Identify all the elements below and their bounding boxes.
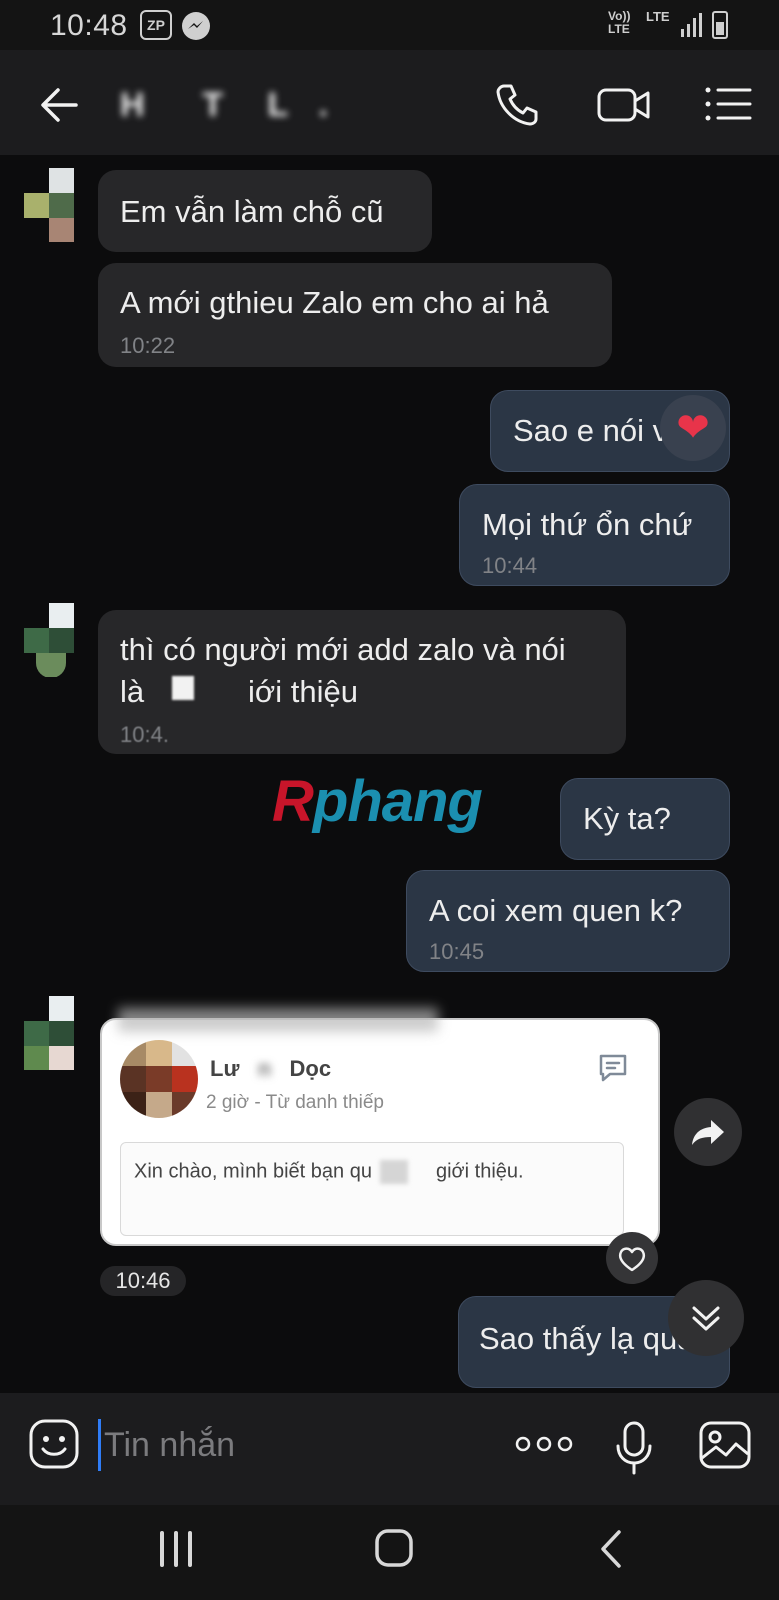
message-bubble-incoming[interactable]: thì có người mới add zalo và nói là iới … bbox=[98, 610, 626, 754]
scroll-to-bottom-button[interactable] bbox=[668, 1280, 744, 1356]
phone-call-icon[interactable] bbox=[492, 80, 542, 130]
video-call-icon[interactable] bbox=[596, 82, 652, 128]
message-time: 10:4. bbox=[120, 722, 169, 747]
back-arrow-icon[interactable] bbox=[36, 82, 82, 128]
card-avatar bbox=[120, 1040, 198, 1118]
message-text: A coi xem quen k? bbox=[429, 893, 683, 928]
lte-indicator: LTE bbox=[646, 9, 670, 24]
battery-icon bbox=[712, 11, 728, 39]
text-caret bbox=[98, 1419, 101, 1471]
avatar[interactable] bbox=[24, 996, 78, 1070]
message-time: 10:46 bbox=[100, 1266, 186, 1296]
message-bubble-outgoing[interactable]: A coi xem quen k? 10:45 bbox=[406, 870, 730, 972]
emoji-sticker-icon[interactable] bbox=[28, 1418, 80, 1470]
chat-header bbox=[0, 50, 779, 155]
forward-icon bbox=[692, 1120, 724, 1145]
card-message-box bbox=[120, 1142, 624, 1236]
message-bubble-incoming[interactable]: A mới gthieu Zalo em cho ai hả 10:22 bbox=[98, 263, 612, 367]
volte-indicator: Vo)) LTE bbox=[608, 9, 631, 36]
redacted-block bbox=[118, 1008, 438, 1032]
message-time: 10:45 bbox=[429, 939, 485, 964]
message-time: 10:22 bbox=[120, 333, 176, 358]
heart-reaction-icon[interactable]: ❤ bbox=[660, 395, 726, 461]
microphone-icon[interactable] bbox=[614, 1420, 654, 1476]
message-input[interactable] bbox=[104, 1420, 484, 1470]
messenger-icon bbox=[182, 12, 210, 40]
message-text: Kỳ ta? bbox=[583, 801, 671, 836]
message-text: Em vẫn làm chỗ cũ bbox=[120, 194, 384, 229]
message-bubble-outgoing[interactable]: Kỳ ta? bbox=[560, 778, 730, 860]
image-gallery-icon[interactable] bbox=[698, 1420, 752, 1470]
nav-back-icon[interactable] bbox=[598, 1528, 624, 1570]
avatar[interactable] bbox=[24, 168, 78, 242]
card-message: Xin chào, mình biết bạn qu giới thiệu. bbox=[134, 1160, 524, 1184]
recent-apps-icon[interactable] bbox=[158, 1530, 194, 1568]
message-text: Mọi thứ ổn chứ bbox=[482, 507, 693, 542]
avatar[interactable] bbox=[24, 603, 78, 677]
signal-icon bbox=[681, 13, 702, 37]
card-subtitle: 2 giờ - Từ danh thiếp bbox=[206, 1092, 384, 1113]
message-time: 10:44 bbox=[482, 553, 538, 578]
card-name: Lư n Dọc bbox=[210, 1056, 332, 1081]
contact-name[interactable]: H T L . bbox=[120, 86, 332, 125]
home-icon[interactable] bbox=[374, 1528, 414, 1568]
message-bubble-incoming[interactable]: Em vẫn làm chỗ cũ bbox=[98, 170, 432, 252]
message-text: A mới gthieu Zalo em cho ai hả bbox=[120, 285, 549, 320]
message-bubble-outgoing[interactable]: Mọi thứ ổn chứ 10:44 bbox=[459, 484, 730, 586]
more-options-icon[interactable] bbox=[514, 1432, 574, 1456]
like-button[interactable] bbox=[606, 1232, 658, 1284]
message-text-line2-start: là bbox=[120, 674, 145, 709]
double-chevron-down-icon bbox=[692, 1306, 720, 1331]
message-text: Sao thấy lạ qua bbox=[479, 1321, 695, 1356]
heart-outline-icon bbox=[618, 1247, 646, 1272]
status-time: 10:48 bbox=[50, 9, 128, 42]
redacted-block bbox=[172, 676, 194, 700]
menu-list-icon[interactable] bbox=[704, 84, 752, 124]
message-text-line1: thì có người mới add zalo và nói bbox=[120, 632, 566, 667]
message-text-line2-end: iới thiệu bbox=[248, 674, 358, 709]
watermark-logo: Rphang bbox=[272, 769, 483, 834]
forward-button[interactable] bbox=[674, 1098, 742, 1166]
zalo-pay-icon: ZP bbox=[140, 10, 172, 40]
chat-reply-icon bbox=[599, 1054, 627, 1082]
